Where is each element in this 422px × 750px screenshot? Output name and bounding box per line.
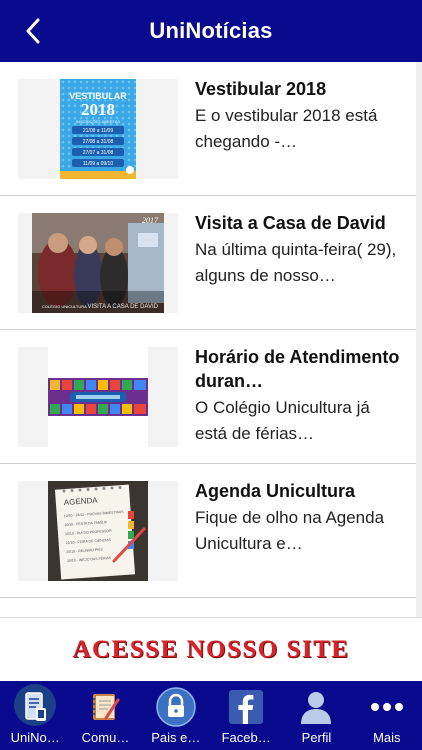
tab-mais[interactable]: Mais	[352, 681, 422, 750]
lock-icon	[154, 687, 198, 727]
news-item[interactable]: VESTIBULAR 2018 INSCRIÇÕES ABERTAS 21/08…	[0, 62, 416, 196]
news-title: Agenda Unicultura	[195, 481, 356, 501]
tab-label: Comu…	[81, 730, 130, 745]
tab-label: Pais e…	[151, 730, 201, 745]
news-item[interactable]: 2017 COLÉGIO UNICULTURA VISITA A CASA DE…	[0, 196, 416, 330]
thumb-subtitle: INSCRIÇÕES ABERTAS	[76, 119, 120, 124]
news-item[interactable]: Horário de Atendimento duran… O Colégio …	[0, 330, 416, 464]
tab-bar: UniNo… Comu… Pais e… Faceb… Perfil Mais	[0, 681, 422, 750]
tab-facebook[interactable]: Faceb…	[211, 681, 281, 750]
facebook-icon	[224, 687, 268, 727]
tab-label: Faceb…	[221, 730, 271, 745]
banner-text: ACESSE NOSSO SITE	[72, 635, 350, 663]
thumb-year: 2018	[81, 100, 115, 119]
tab-pais[interactable]: Pais e…	[141, 681, 211, 750]
thumb-year: 2017	[142, 216, 159, 225]
site-banner[interactable]: ACESSE NOSSO SITE	[0, 617, 422, 681]
chevron-left-icon	[26, 18, 40, 44]
thumb-caption: VISITA A CASA DE DAVID	[88, 304, 159, 310]
news-title: Horário de Atendimento duran…	[195, 347, 400, 391]
document-phone-icon	[13, 687, 57, 727]
news-item[interactable]: AGENDA 10/10 - 24/11 - PROVAS BIMESTRAIS…	[0, 464, 416, 598]
tab-label: UniNo…	[10, 730, 60, 745]
page-title: UniNotícias	[149, 18, 273, 43]
news-thumbnail: AGENDA 10/10 - 24/11 - PROVAS BIMESTRAIS…	[18, 481, 178, 581]
thumb-date-2: 27/08 a 31/08	[83, 139, 114, 145]
app-header: UniNotícias	[0, 0, 422, 62]
thumb-date-1: 21/08 a 11/09	[83, 128, 113, 134]
news-description: Na última quinta-feira( 29), alguns de n…	[195, 240, 397, 285]
news-thumbnail	[18, 347, 178, 447]
news-title: Vestibular 2018	[195, 79, 327, 99]
tab-uninoticias[interactable]: UniNo…	[0, 681, 70, 750]
back-button[interactable]	[18, 14, 48, 48]
user-icon	[294, 687, 338, 727]
thumb-date-3: 27/07 a 31/08	[83, 150, 114, 156]
news-thumbnail: 2017 COLÉGIO UNICULTURA VISITA A CASA DE…	[18, 213, 178, 313]
tab-label: Perfil	[301, 730, 332, 745]
thumb-date-4: 11/09 a 09/10	[83, 161, 113, 167]
news-description: E o vestibular 2018 está chegando -…	[195, 106, 378, 151]
news-title: Visita a Casa de David	[195, 213, 386, 233]
tab-perfil[interactable]: Perfil	[281, 681, 351, 750]
tab-label: Mais	[373, 730, 401, 745]
news-list[interactable]: VESTIBULAR 2018 INSCRIÇÕES ABERTAS 21/08…	[0, 62, 422, 617]
news-description: Fique de olho na Agenda Unicultura e…	[195, 508, 385, 553]
news-thumbnail: VESTIBULAR 2018 INSCRIÇÕES ABERTAS 21/08…	[18, 79, 178, 179]
news-description: O Colégio Unicultura já está de férias…	[195, 398, 370, 443]
thumb-logo: COLÉGIO UNICULTURA	[42, 304, 87, 309]
more-icon	[365, 687, 409, 727]
tab-comunicados[interactable]: Comu…	[70, 681, 140, 750]
notebook-icon	[83, 687, 127, 727]
